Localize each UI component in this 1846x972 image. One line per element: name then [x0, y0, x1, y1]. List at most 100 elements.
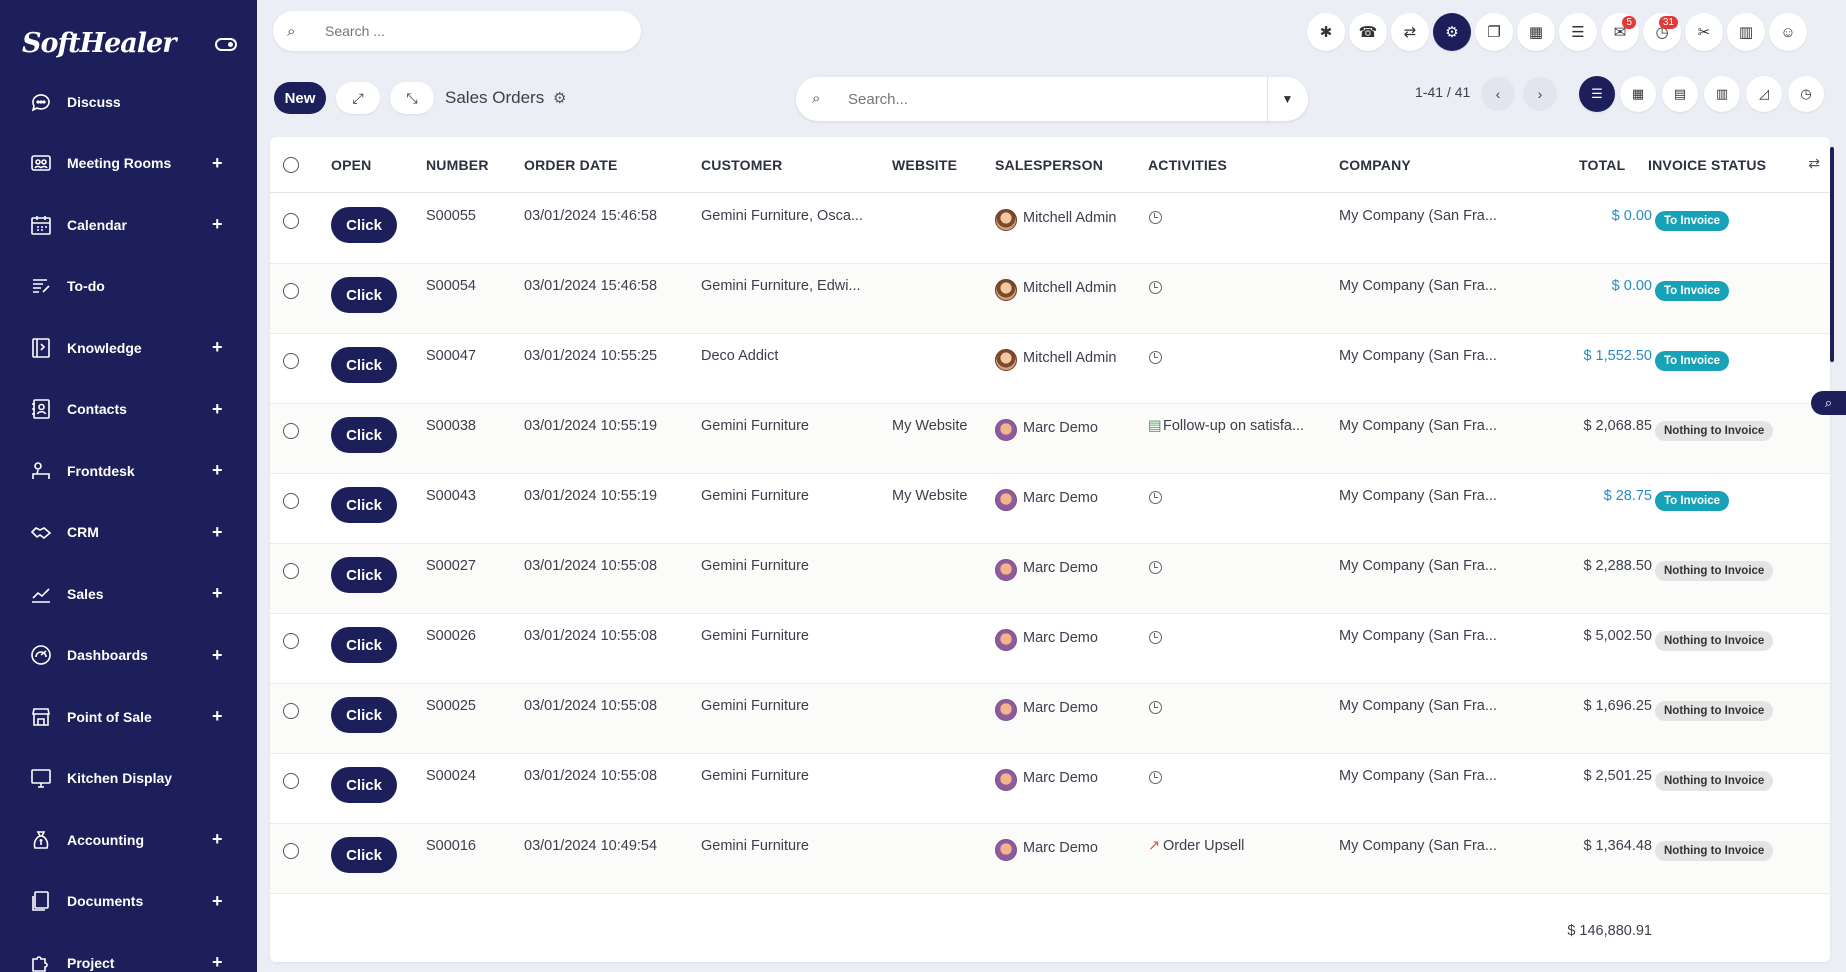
- messages-icon[interactable]: ✉ 5: [1601, 13, 1639, 51]
- activity-view-icon[interactable]: ◷: [1788, 76, 1824, 112]
- calendar-view-icon[interactable]: ▤: [1662, 76, 1698, 112]
- sidebar-item-frontdesk[interactable]: Frontdesk +: [0, 440, 257, 501]
- upsell-chart-icon[interactable]: ↗: [1148, 838, 1160, 854]
- expand-icon[interactable]: ⤢: [336, 82, 380, 114]
- column-number[interactable]: NUMBER: [426, 157, 489, 173]
- table-row[interactable]: Click S00038 03/01/2024 10:55:19 Gemini Fur…: [270, 404, 1830, 474]
- kanban-view-icon[interactable]: ▦: [1620, 76, 1656, 112]
- open-click-button[interactable]: Click: [331, 697, 397, 733]
- activity-clock-icon[interactable]: [1149, 351, 1162, 364]
- pivot-view-icon[interactable]: ▥: [1704, 76, 1740, 112]
- calculator-icon[interactable]: ▦: [1517, 13, 1555, 51]
- plus-icon[interactable]: +: [212, 153, 223, 174]
- select-all-checkbox[interactable]: [283, 157, 299, 173]
- sidebar-item-sales[interactable]: Sales +: [0, 563, 257, 624]
- activity-summary[interactable]: Order Upsell: [1163, 838, 1244, 854]
- table-row[interactable]: Click S00054 03/01/2024 15:46:58 Gemini Fur…: [270, 264, 1830, 334]
- table-row[interactable]: Click S00043 03/01/2024 10:55:19 Gemini Fur…: [270, 474, 1830, 544]
- global-search[interactable]: ⌕: [273, 11, 641, 51]
- activity-clock-icon[interactable]: [1149, 631, 1162, 644]
- scrollbar[interactable]: [1830, 147, 1834, 362]
- row-checkbox[interactable]: [283, 843, 299, 859]
- sidebar-item-calendar[interactable]: Calendar +: [0, 194, 257, 255]
- sidebar-item-project[interactable]: Project +: [0, 932, 257, 972]
- row-checkbox[interactable]: [283, 703, 299, 719]
- table-row[interactable]: Click S00026 03/01/2024 10:55:08 Gemini Fur…: [270, 614, 1830, 684]
- sidebar-toggle-icon[interactable]: [215, 38, 237, 51]
- row-checkbox[interactable]: [283, 353, 299, 369]
- column-invoice-status[interactable]: INVOICE STATUS: [1648, 157, 1766, 173]
- plus-icon[interactable]: +: [212, 952, 223, 972]
- user-avatar-icon[interactable]: ☺: [1769, 13, 1807, 51]
- open-click-button[interactable]: Click: [331, 837, 397, 873]
- column-website[interactable]: WEBSITE: [892, 157, 957, 173]
- open-click-button[interactable]: Click: [331, 627, 397, 663]
- open-click-button[interactable]: Click: [331, 207, 397, 243]
- sidebar-item-discuss[interactable]: Discuss: [0, 71, 257, 132]
- money-icon[interactable]: ▤: [1148, 418, 1162, 434]
- new-button[interactable]: New: [274, 82, 326, 114]
- open-click-button[interactable]: Click: [331, 767, 397, 803]
- column-customer[interactable]: CUSTOMER: [701, 157, 782, 173]
- table-row[interactable]: Click S00025 03/01/2024 10:55:08 Gemini Fur…: [270, 684, 1830, 754]
- row-checkbox[interactable]: [283, 213, 299, 229]
- plus-icon[interactable]: +: [212, 829, 223, 850]
- column-company[interactable]: COMPANY: [1339, 157, 1411, 173]
- zoom-icon[interactable]: ⌕: [1811, 391, 1846, 415]
- table-row[interactable]: Click S00047 03/01/2024 10:55:25 Deco Addic…: [270, 334, 1830, 404]
- sidebar-item-point-of-sale[interactable]: Point of Sale +: [0, 686, 257, 747]
- activity-clock-icon[interactable]: [1149, 491, 1162, 504]
- collapse-icon[interactable]: ⤡: [390, 82, 434, 114]
- open-click-button[interactable]: Click: [331, 557, 397, 593]
- activity-clock-icon[interactable]: ◷ 31: [1643, 13, 1681, 51]
- sidebar-item-to-do[interactable]: To-do: [0, 256, 257, 317]
- row-checkbox[interactable]: [283, 283, 299, 299]
- open-click-button[interactable]: Click: [331, 417, 397, 453]
- plus-icon[interactable]: +: [212, 214, 223, 235]
- row-checkbox[interactable]: [283, 423, 299, 439]
- row-checkbox[interactable]: [283, 773, 299, 789]
- tools-icon[interactable]: ✂: [1685, 13, 1723, 51]
- plus-icon[interactable]: +: [212, 460, 223, 481]
- sidebar-item-dashboards[interactable]: Dashboards +: [0, 625, 257, 686]
- list-view-icon[interactable]: ☰: [1579, 76, 1615, 112]
- column-total[interactable]: TOTAL: [1579, 157, 1625, 173]
- table-row[interactable]: Click S00024 03/01/2024 10:55:08 Gemini Fur…: [270, 754, 1830, 824]
- search-options-caret-icon[interactable]: ▼: [1267, 77, 1307, 121]
- pager-value[interactable]: 1-41 / 41: [1415, 84, 1470, 100]
- row-checkbox[interactable]: [283, 563, 299, 579]
- table-row[interactable]: Click S00055 03/01/2024 15:46:58 Gemini Fur…: [270, 194, 1830, 264]
- activity-clock-icon[interactable]: [1149, 281, 1162, 294]
- open-click-button[interactable]: Click: [331, 347, 397, 383]
- column-open[interactable]: OPEN: [331, 157, 371, 173]
- sidebar-item-knowledge[interactable]: Knowledge +: [0, 317, 257, 378]
- plus-icon[interactable]: +: [212, 399, 223, 420]
- building-icon[interactable]: ▥: [1727, 13, 1765, 51]
- server-icon[interactable]: ☰: [1559, 13, 1597, 51]
- translate-icon[interactable]: ⇄: [1391, 13, 1429, 51]
- table-row[interactable]: Click S00027 03/01/2024 10:55:08 Gemini Fur…: [270, 544, 1830, 614]
- plus-icon[interactable]: +: [212, 337, 223, 358]
- activity-summary[interactable]: Follow-up on satisfa...: [1163, 418, 1304, 434]
- column-activities[interactable]: ACTIVITIES: [1148, 157, 1227, 173]
- open-click-button[interactable]: Click: [331, 487, 397, 523]
- sidebar-item-kitchen-display[interactable]: Kitchen Display: [0, 748, 257, 809]
- search-panel[interactable]: ⌕ ▼: [796, 77, 1308, 121]
- plus-icon[interactable]: +: [212, 706, 223, 727]
- row-checkbox[interactable]: [283, 493, 299, 509]
- activity-clock-icon[interactable]: [1149, 211, 1162, 224]
- plus-icon[interactable]: +: [212, 645, 223, 666]
- column-order-date[interactable]: ORDER DATE: [524, 157, 618, 173]
- search-input[interactable]: [848, 88, 1248, 110]
- sidebar-item-meeting-rooms[interactable]: Meeting Rooms +: [0, 133, 257, 194]
- sidebar-item-crm[interactable]: CRM +: [0, 502, 257, 563]
- bug-icon[interactable]: ✱: [1307, 13, 1345, 51]
- open-click-button[interactable]: Click: [331, 277, 397, 313]
- plus-icon[interactable]: +: [212, 522, 223, 543]
- table-row[interactable]: Click S00016 03/01/2024 10:49:54 Gemini Fur…: [270, 824, 1830, 894]
- sidebar-item-contacts[interactable]: Contacts +: [0, 379, 257, 440]
- global-search-input[interactable]: [325, 20, 615, 42]
- optional-columns-icon[interactable]: ⇄: [1808, 155, 1820, 172]
- activity-clock-icon[interactable]: [1149, 771, 1162, 784]
- settings-icon[interactable]: ⚙: [1433, 13, 1471, 51]
